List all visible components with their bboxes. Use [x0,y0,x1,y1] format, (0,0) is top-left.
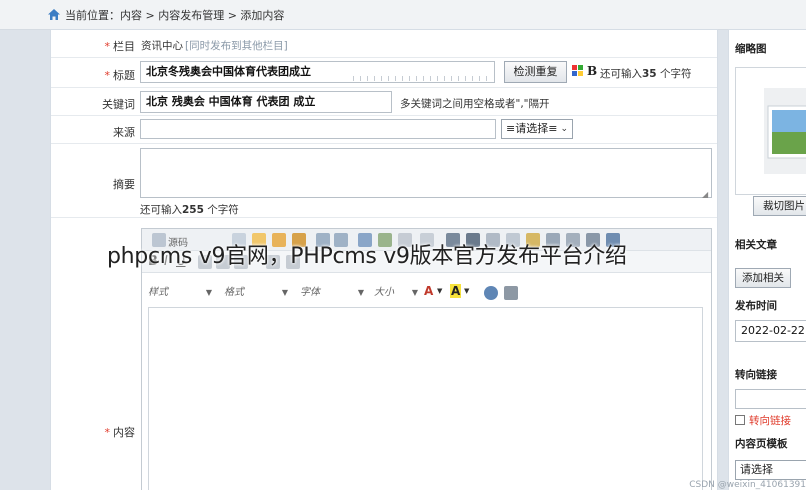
breadcrumb: 当前位置： 内容 > 内容发布管理 > 添加内容 [0,0,806,30]
resize-handle-icon[interactable]: ◢ [702,190,708,199]
related-articles-label: 相关文章 [735,239,777,251]
overlay-title: phpcms v9官网，PHPcms v9版本官方发布平台介绍 [107,244,627,269]
size-select[interactable]: 大小 ▼ [374,284,418,301]
format-select[interactable]: 格式 ▼ [224,284,288,301]
template-select[interactable]: 请选择 [735,460,806,480]
add-related-button[interactable]: 添加相关 [735,268,791,288]
editor-toolbar-row-3: 样式 ▼ 格式 ▼ 字体 ▼ 大小 ▼ A ▼ A ▼ [142,281,711,305]
redirect-link-checkbox-label[interactable]: 转向链接 [749,413,791,428]
sidebar: 缩略图 裁切图片 相关文章 添加相关 发布时间 2022-02-22 转向链接 … [728,29,806,490]
chevron-down-icon: ▼ [411,288,418,297]
category-label: * 栏目 [104,40,136,53]
content-label: * 内容 [104,426,136,439]
source-input[interactable] [140,119,496,139]
text-color-icon[interactable]: A [424,284,433,298]
required-mark: * [104,69,111,82]
maximize-icon[interactable] [484,286,498,300]
title-char-limit: 还可输入35 个字符 [600,68,692,80]
publish-time-label: 发布时间 [735,300,777,312]
watermark: CSDN @weixin_41061391 [689,480,806,490]
title-ruler [353,76,488,81]
summary-textarea[interactable] [140,148,712,198]
chevron-down-icon: ▼ [281,288,288,297]
check-duplicate-button[interactable]: 检测重复 [504,61,567,83]
category-row: * 栏目 资讯中心 [同时发布到其他栏目] [51,30,717,58]
crop-image-button[interactable]: 裁切图片 [753,196,806,216]
thumbnail-image [764,88,806,174]
color-picker-icon[interactable] [572,65,584,77]
category-value: 资讯中心 [141,40,183,52]
summary-row: 摘要 ◢ 还可输入255 个字符 [51,144,717,218]
keywords-row: 关键词 北京 残奥会 中国体育 代表团 成立 多关键词之间用空格或者","隔开 [51,88,717,116]
source-label: 来源 [113,126,135,139]
chevron-down-icon: ▼ [464,287,470,295]
bold-icon[interactable]: B [587,64,597,78]
breadcrumb-path[interactable]: 内容 > 内容发布管理 > 添加内容 [120,7,284,23]
redirect-link-input[interactable] [735,389,806,409]
required-mark: * [104,40,111,53]
thumbnail-label: 缩略图 [735,43,767,55]
chevron-down-icon: ▼ [437,287,443,295]
source-select[interactable]: ≡请选择≡ ⌄ [501,119,573,139]
chevron-down-icon: ⌄ [560,124,568,134]
title-row: * 标题 北京冬残奥会中国体育代表团成立 检测重复 B 还可输入35 个字符 [51,58,717,88]
breadcrumb-prefix: 当前位置： [65,8,120,22]
required-mark: * [104,426,111,439]
template-label: 内容页模板 [735,438,788,450]
keywords-hint: 多关键词之间用空格或者","隔开 [400,98,550,110]
keywords-input[interactable]: 北京 残奥会 中国体育 代表团 成立 [140,91,392,113]
editor-body[interactable] [148,307,703,490]
preview-icon[interactable] [504,286,518,300]
publish-time-input[interactable]: 2022-02-22 [735,320,806,342]
summary-label: 摘要 [113,178,135,191]
redirect-link-label: 转向链接 [735,369,777,381]
thumbnail-upload[interactable] [735,67,806,195]
title-input[interactable]: 北京冬残奥会中国体育代表团成立 [140,61,495,83]
style-select[interactable]: 样式 ▼ [148,284,212,301]
source-row: 来源 ≡请选择≡ ⌄ [51,116,717,144]
title-label: * 标题 [104,69,136,82]
redirect-link-checkbox[interactable] [735,415,745,425]
background-color-icon[interactable]: A [450,284,462,298]
other-category-link[interactable]: [同时发布到其他栏目] [185,38,288,53]
summary-char-limit: 还可输入255 个字符 [140,204,239,216]
chevron-down-icon: ▼ [357,288,364,297]
chevron-down-icon: ▼ [205,288,212,297]
font-select[interactable]: 字体 ▼ [300,284,364,301]
keywords-label: 关键词 [102,98,135,111]
home-icon [48,9,60,20]
